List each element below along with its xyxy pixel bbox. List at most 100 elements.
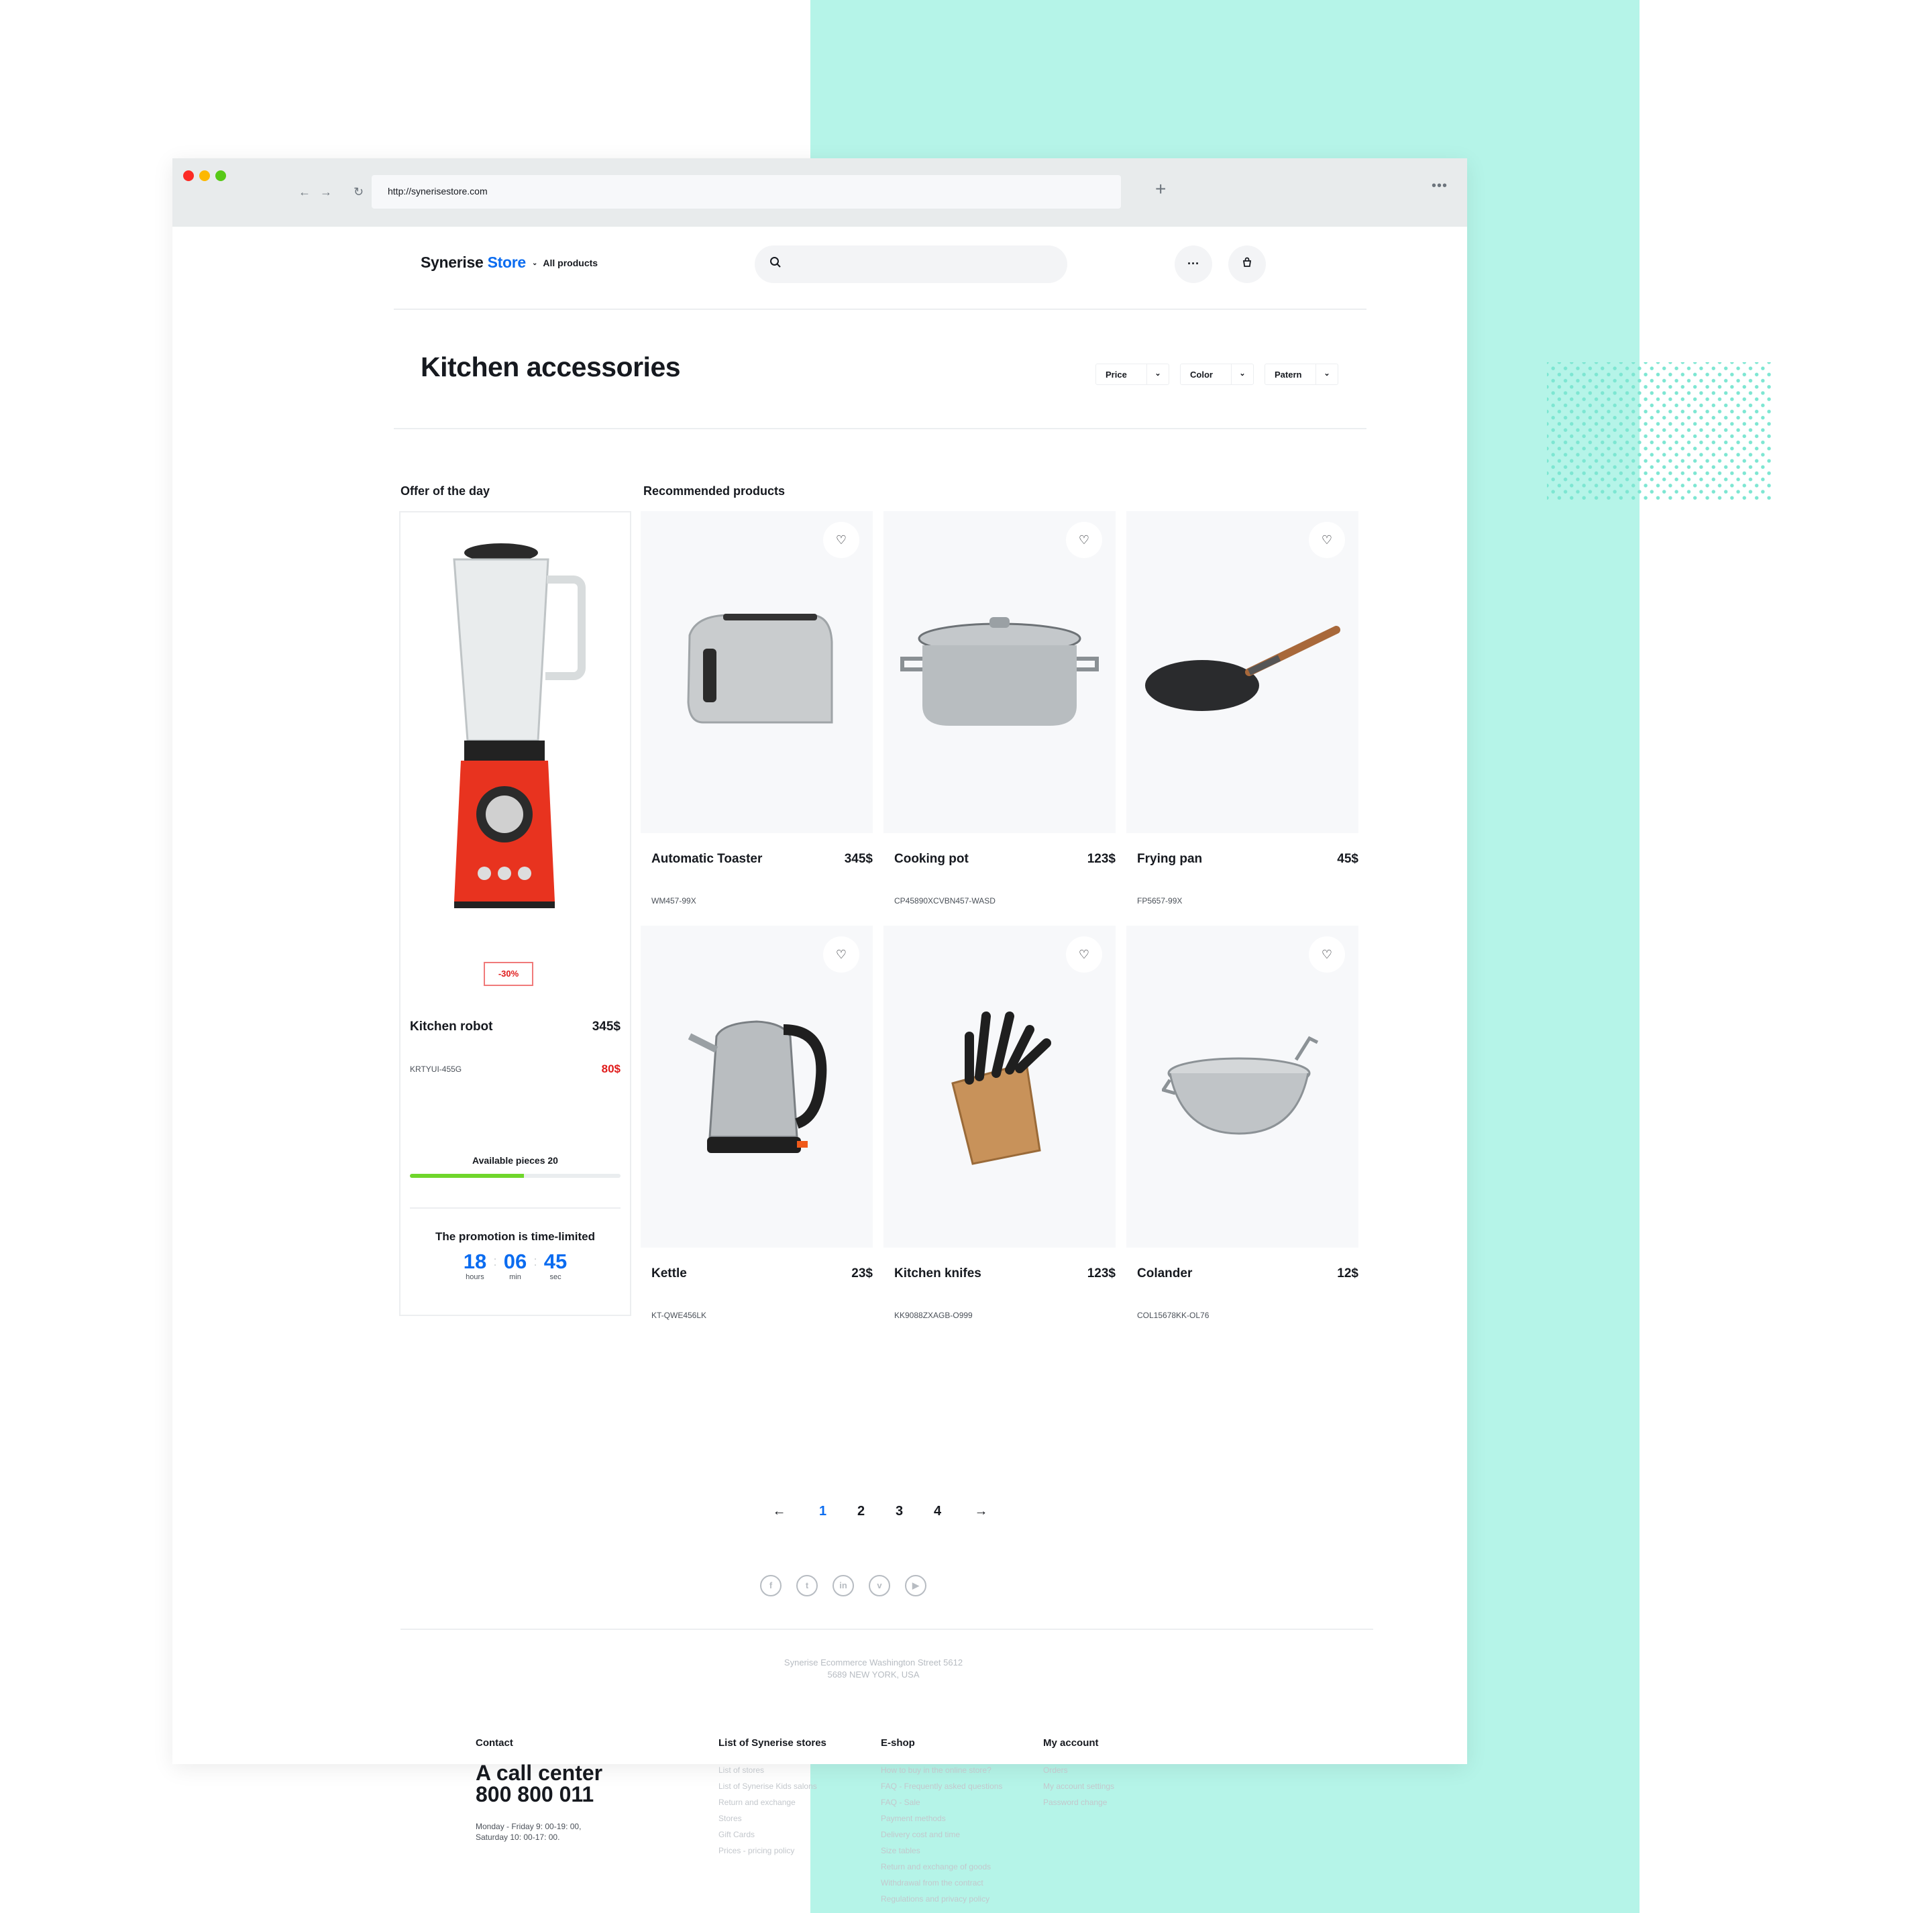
basket-icon (1242, 257, 1252, 270)
youtube-icon[interactable]: ▶ (905, 1575, 926, 1596)
filter-color[interactable]: Color ⌄ (1180, 364, 1254, 385)
footer-link[interactable]: Return and exchange of goods (881, 1859, 1002, 1875)
timer-minutes: 06 min (504, 1250, 527, 1282)
favorite-heart-icon[interactable]: ♡ (1066, 522, 1102, 558)
store-logo[interactable]: Synerise Store (421, 254, 526, 272)
all-products-label: All products (543, 258, 598, 268)
page-link-1[interactable]: 1 (804, 1504, 842, 1519)
social-links: f t in v ▶ (394, 1575, 1366, 1596)
footer-link[interactable]: Orders (1043, 1762, 1114, 1778)
browser-menu-ellipsis-icon[interactable]: ••• (1432, 178, 1448, 194)
product-card[interactable]: ♡ Automatic Toaster 345$ WM457-99X (641, 511, 873, 906)
footer-contact: Contact A call center 800 800 011 Monday… (476, 1737, 602, 1843)
facebook-icon[interactable]: f (760, 1575, 782, 1596)
product-name[interactable]: Kettle (651, 1266, 687, 1281)
next-page-arrow-icon[interactable]: → (962, 1504, 1000, 1519)
footer-link[interactable]: My account settings (1043, 1778, 1114, 1794)
product-card[interactable]: ♡ Kettle 23$ KT-QWE456LK (641, 926, 873, 1320)
all-products-menu[interactable]: ⌄ All products (532, 258, 598, 268)
url-bar[interactable]: http://synerisestore.com (372, 175, 1121, 209)
footer-link[interactable]: Stores (718, 1810, 826, 1826)
forward-arrow-icon[interactable]: → (320, 185, 332, 199)
cart-button[interactable] (1228, 245, 1266, 283)
footer-link[interactable]: Password change (1043, 1794, 1114, 1810)
footer-link[interactable]: Prices - pricing policy (718, 1843, 826, 1859)
favorite-heart-icon[interactable]: ♡ (1066, 936, 1102, 973)
product-card[interactable]: ♡ Frying pan 45$ FP5657-99X (1126, 511, 1358, 906)
footer-link[interactable]: List of stores (718, 1762, 826, 1778)
filter-pattern[interactable]: Patern ⌄ (1265, 364, 1338, 385)
footer-link[interactable]: Delivery cost and time (881, 1826, 1002, 1843)
title-bar: Kitchen accessories Price ⌄ Color ⌄ Patern… (394, 310, 1366, 429)
toaster-image (687, 614, 833, 724)
timer-unit: sec (549, 1273, 561, 1281)
divider (410, 1207, 621, 1209)
minimize-window-button[interactable] (199, 170, 210, 181)
favorite-heart-icon[interactable]: ♡ (1309, 522, 1345, 558)
promotion-label: The promotion is time-limited (435, 1230, 595, 1243)
footer-heading: My account (1043, 1737, 1099, 1749)
linkedin-icon[interactable]: in (833, 1575, 854, 1596)
product-image-area: ♡ (641, 926, 873, 1248)
product-image-area: ♡ (641, 511, 873, 833)
filter-label: Patern (1265, 364, 1316, 384)
more-options-button[interactable]: ··· (1175, 245, 1212, 283)
reload-icon[interactable]: ↻ (354, 185, 364, 199)
product-card[interactable]: ♡ Cooking pot 123$ CP45890XCVBN457-WASD (883, 511, 1116, 906)
search-input[interactable] (755, 245, 1067, 283)
product-sku: COL15678KK-OL76 (1137, 1311, 1210, 1320)
twitter-icon[interactable]: t (796, 1575, 818, 1596)
offer-of-the-day-card[interactable]: -30% Kitchen robot 345$ KRTYUI-455G 80$ … (399, 511, 631, 1316)
product-price: 45$ (1337, 852, 1358, 866)
availability-progress-bar (410, 1174, 621, 1178)
maximize-window-button[interactable] (215, 170, 226, 181)
product-card[interactable]: ♡ Kitchen knifes 123$ KK9088ZXAGB-O999 (883, 926, 1116, 1320)
product-name[interactable]: Kitchen knifes (894, 1266, 981, 1281)
site-header: Synerise Store ⌄ All products ··· (394, 227, 1366, 310)
footer-link[interactable]: How to buy in the online store? (881, 1762, 1002, 1778)
footer-divider (400, 1629, 1373, 1630)
product-name[interactable]: Frying pan (1137, 852, 1202, 867)
colander-image (1162, 1036, 1319, 1135)
phone-number[interactable]: 800 800 011 (476, 1784, 602, 1805)
favorite-heart-icon[interactable]: ♡ (1309, 936, 1345, 973)
vimeo-icon[interactable]: v (869, 1575, 890, 1596)
page-link-3[interactable]: 3 (880, 1504, 918, 1519)
product-price: 345$ (844, 852, 873, 866)
filter-price[interactable]: Price ⌄ (1095, 364, 1169, 385)
footer-link[interactable]: FAQ - Sale (881, 1794, 1002, 1810)
frying-pan-image (1145, 626, 1340, 711)
back-arrow-icon[interactable]: ← (299, 185, 311, 199)
opening-hours: Monday - Friday 9: 00-19: 00, Saturday 1… (476, 1821, 602, 1843)
page-link-4[interactable]: 4 (918, 1504, 957, 1519)
timer-value: 18 (463, 1250, 487, 1273)
recommended-heading: Recommended products (643, 484, 786, 498)
product-card[interactable]: ♡ Colander 12$ COL15678KK-OL76 (1126, 926, 1358, 1320)
prev-page-arrow-icon[interactable]: ← (760, 1504, 798, 1519)
offer-original-price: 345$ (592, 1020, 621, 1034)
timer-value: 45 (543, 1250, 568, 1273)
favorite-heart-icon[interactable]: ♡ (823, 936, 859, 973)
footer-link[interactable]: Size tables (881, 1843, 1002, 1859)
product-name[interactable]: Cooking pot (894, 852, 969, 867)
dot-pattern-decoration (1547, 362, 1771, 500)
product-name[interactable]: Colander (1137, 1266, 1192, 1281)
footer-link[interactable]: Regulations and privacy policy (881, 1891, 1002, 1907)
product-price: 23$ (851, 1266, 873, 1280)
kitchen-robot-image (427, 539, 608, 915)
call-center: A call center 800 800 011 (476, 1762, 602, 1805)
footer-link[interactable]: FAQ - Frequently asked questions (881, 1778, 1002, 1794)
offer-product-name[interactable]: Kitchen robot (410, 1020, 493, 1034)
product-image-area: ♡ (883, 926, 1116, 1248)
product-image-area: ♡ (883, 511, 1116, 833)
close-window-button[interactable] (183, 170, 194, 181)
page-link-2[interactable]: 2 (842, 1504, 880, 1519)
footer-link[interactable]: Withdrawal from the contract (881, 1875, 1002, 1891)
footer-link[interactable]: Payment methods (881, 1810, 1002, 1826)
product-name[interactable]: Automatic Toaster (651, 852, 762, 867)
new-tab-plus-icon[interactable]: + (1155, 178, 1166, 200)
favorite-heart-icon[interactable]: ♡ (823, 522, 859, 558)
footer-link[interactable]: List of Synerise Kids salons (718, 1778, 826, 1794)
footer-link[interactable]: Gift Cards (718, 1826, 826, 1843)
footer-link[interactable]: Return and exchange (718, 1794, 826, 1810)
